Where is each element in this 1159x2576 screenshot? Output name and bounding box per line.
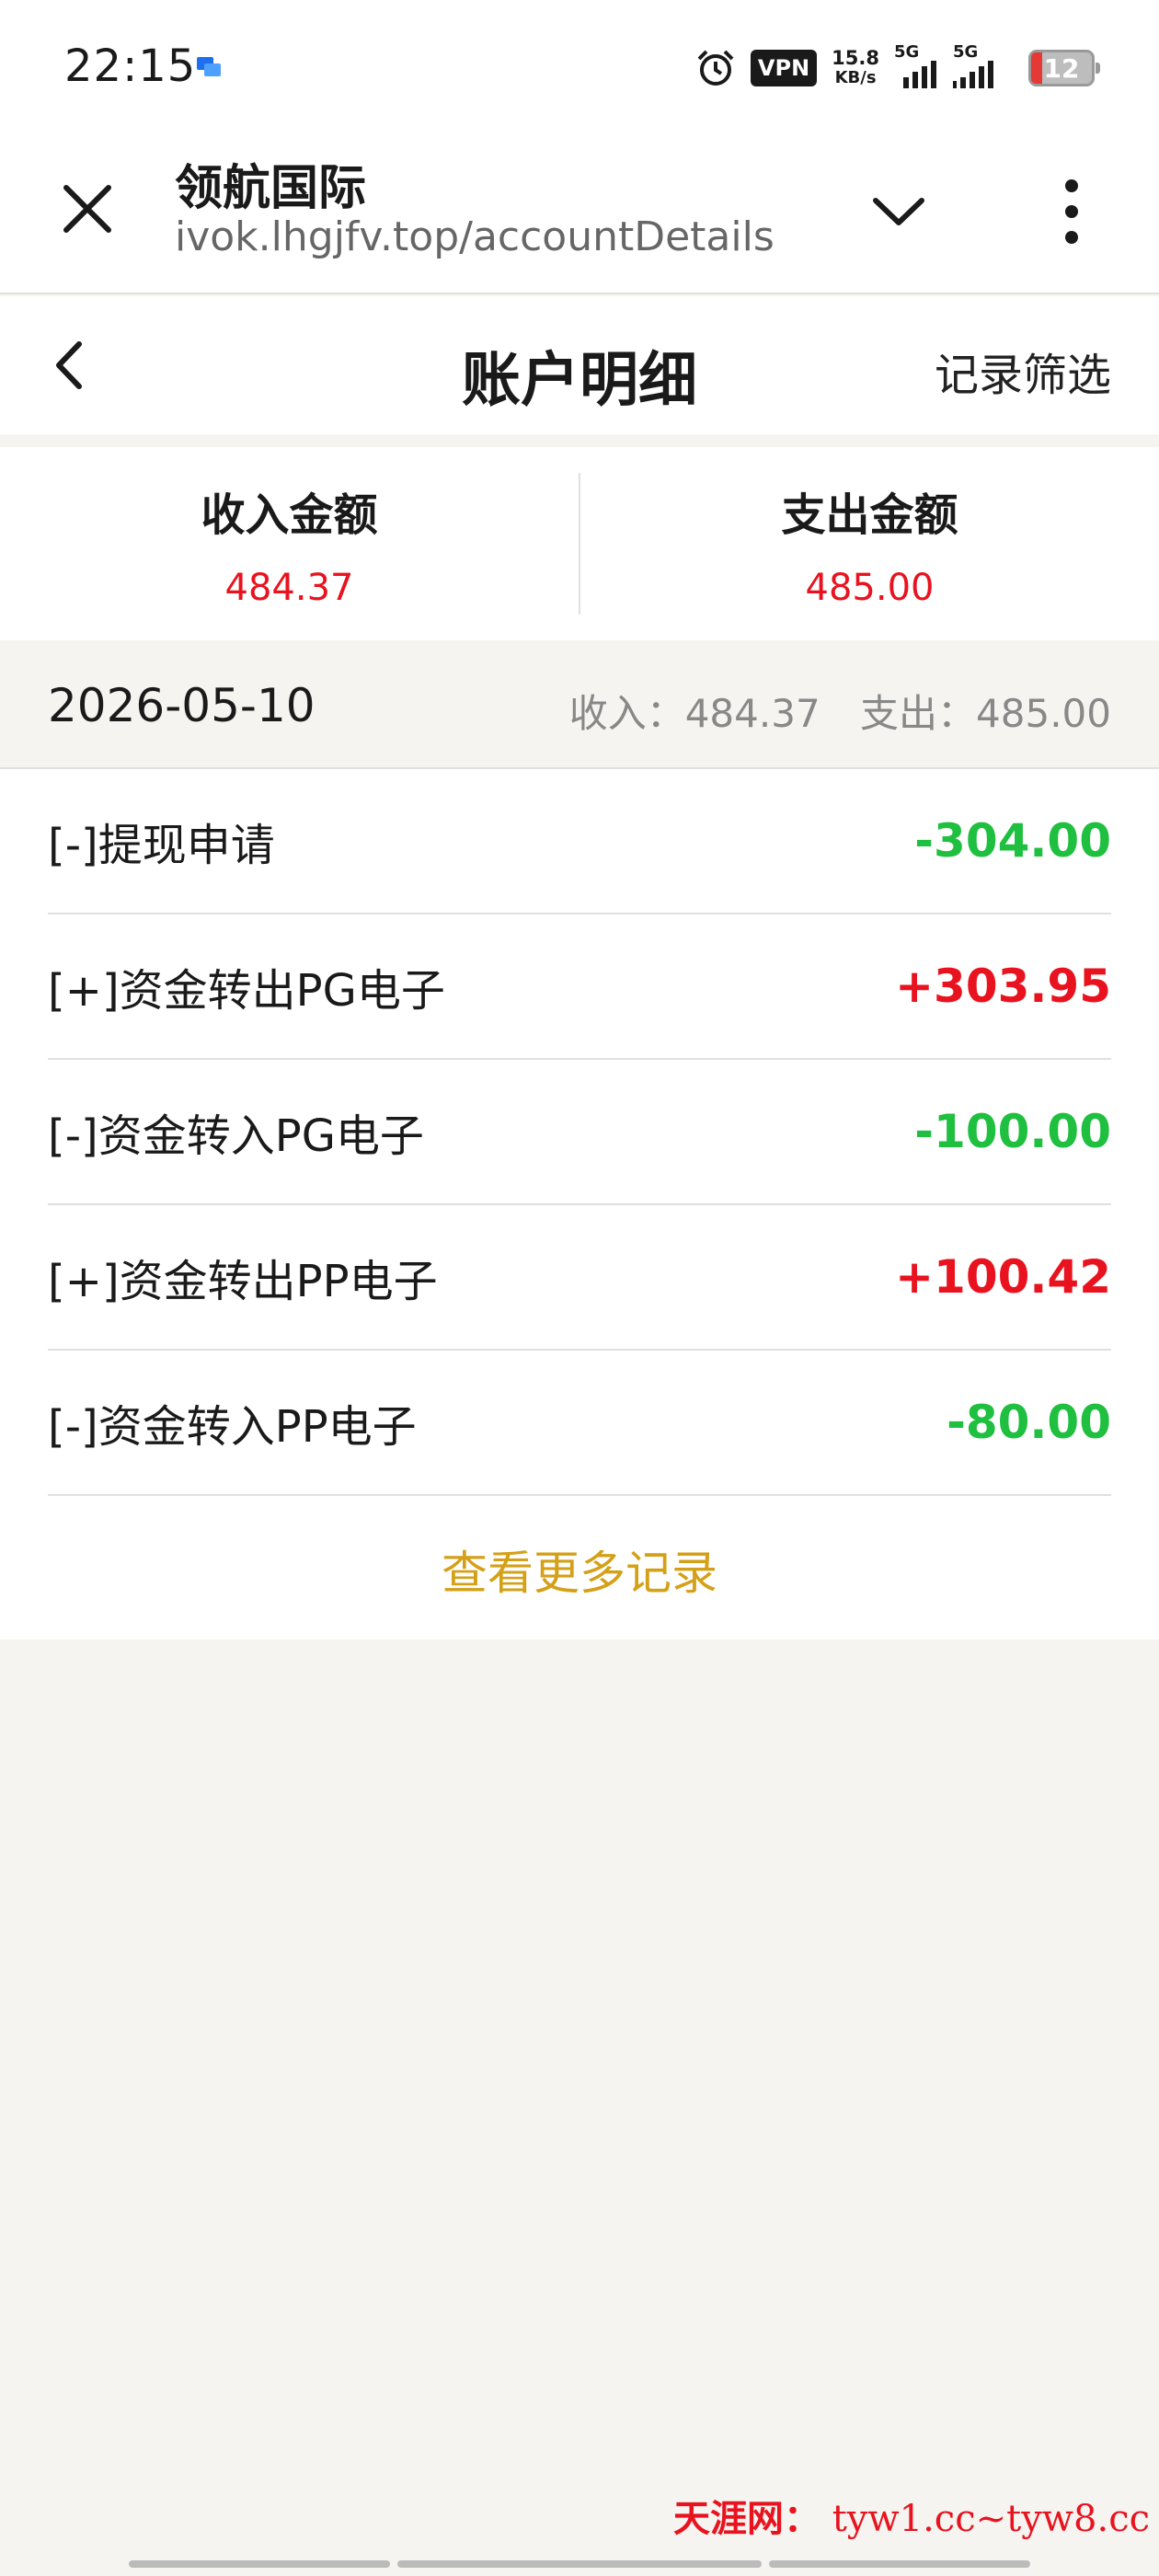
date-group-income: 收入：484.37 bbox=[568, 691, 820, 736]
date-group-expense: 支出：485.00 bbox=[860, 691, 1111, 736]
record-amount: -80.00 bbox=[947, 1396, 1111, 1449]
record-row[interactable]: [-]资金转入PP电子 -80.00 bbox=[48, 1351, 1111, 1496]
status-time: 22:15 bbox=[64, 40, 197, 92]
view-more-records-link[interactable]: 查看更多记录 bbox=[0, 1536, 1159, 1603]
close-icon[interactable] bbox=[55, 177, 120, 241]
date-group-header: 2026-05-10 收入：484.37 支出：485.00 bbox=[0, 640, 1159, 769]
record-amount: -100.00 bbox=[914, 1105, 1111, 1158]
income-label: 收入金额 bbox=[201, 489, 378, 541]
record-row[interactable]: [+]资金转出PG电子 +303.95 bbox=[48, 914, 1111, 1060]
record-row[interactable]: [+]资金转出PP电子 +100.42 bbox=[48, 1205, 1111, 1351]
network-speed-value: 15.8 bbox=[832, 47, 879, 69]
chevron-down-icon[interactable] bbox=[866, 184, 931, 239]
record-label: [+]资金转出PP电子 bbox=[48, 1256, 438, 1307]
record-amount: +303.95 bbox=[895, 960, 1111, 1013]
battery-level: 12 bbox=[1043, 52, 1080, 84]
watermark-brand: 天涯网： bbox=[673, 2497, 820, 2540]
browser-toolbar: 领航国际 ivok.lhgjfv.top/accountDetails bbox=[0, 138, 1159, 294]
signal-sim2-icon: 5G bbox=[953, 42, 1014, 88]
income-value: 484.37 bbox=[224, 567, 354, 609]
page-header: 账户明细 记录筛选 bbox=[0, 296, 1159, 434]
date-group-totals: 收入：484.37 支出：485.00 bbox=[542, 683, 1111, 739]
status-bar: 22:15 VPN 15.8 KB/s 5G 5G 12 bbox=[0, 0, 1159, 138]
expense-value: 485.00 bbox=[805, 567, 935, 609]
record-label: [-]资金转入PG电子 bbox=[48, 1110, 424, 1162]
watermark: 天涯网： tyw1.cc~tyw8.cc bbox=[673, 2489, 1150, 2542]
sim1-network-type: 5G bbox=[894, 42, 920, 62]
gesture-navigation-bar[interactable] bbox=[129, 2560, 1030, 2568]
network-speed-unit: KB/s bbox=[834, 68, 877, 87]
watermark-url: tyw1.cc~tyw8.cc bbox=[832, 2498, 1150, 2540]
income-summary: 收入金额 484.37 bbox=[0, 447, 579, 640]
browser-url[interactable]: ivok.lhgjfv.top/accountDetails bbox=[175, 213, 775, 260]
signal-sim1-icon: 5G bbox=[894, 42, 938, 88]
battery-icon: 12 bbox=[1028, 50, 1100, 86]
record-amount: -304.00 bbox=[914, 814, 1111, 868]
browser-page-title: 领航国际 bbox=[175, 161, 367, 216]
record-filter-button[interactable]: 记录筛选 bbox=[935, 339, 1111, 403]
sim2-network-type: 5G bbox=[953, 42, 979, 62]
record-label: [+]资金转出PG电子 bbox=[48, 965, 445, 1017]
vpn-badge: VPN bbox=[750, 50, 818, 86]
expense-summary: 支出金额 485.00 bbox=[580, 447, 1159, 640]
record-list: [-]提现申请 -304.00 [+]资金转出PG电子 +303.95 [-]资… bbox=[0, 769, 1159, 1639]
amount-summary: 收入金额 484.37 支出金额 485.00 bbox=[0, 447, 1159, 640]
record-row[interactable]: [-]提现申请 -304.00 bbox=[48, 769, 1111, 914]
date-group-date: 2026-05-10 bbox=[48, 679, 316, 732]
more-options-icon[interactable] bbox=[1049, 175, 1095, 248]
expense-label: 支出金额 bbox=[781, 489, 958, 541]
record-label: [-]提现申请 bbox=[48, 820, 275, 871]
record-label: [-]资金转入PP电子 bbox=[48, 1401, 417, 1453]
alarm-icon bbox=[697, 50, 734, 86]
record-amount: +100.42 bbox=[895, 1250, 1111, 1304]
record-row[interactable]: [-]资金转入PG电子 -100.00 bbox=[48, 1060, 1111, 1205]
message-notification-icon bbox=[197, 57, 221, 76]
network-speed: 15.8 KB/s bbox=[832, 48, 879, 88]
